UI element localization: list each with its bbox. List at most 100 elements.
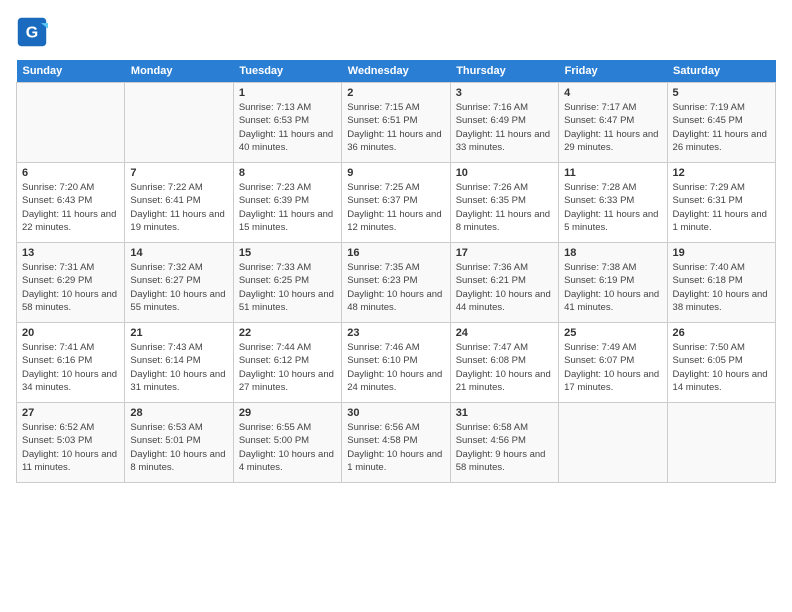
- calendar-day: 27 Sunrise: 6:52 AM Sunset: 5:03 PM Dayli…: [17, 403, 125, 483]
- day-info: Sunrise: 7:41 AM Sunset: 6:16 PM Dayligh…: [22, 341, 119, 394]
- day-number: 24: [456, 327, 553, 339]
- calendar-day: 6Sunrise: 7:20 AM Sunset: 6:43 PM Daylig…: [17, 163, 125, 243]
- day-number: 28: [130, 407, 227, 419]
- calendar-day: 31 Sunrise: 6:58 AM Sunset: 4:56 PM Dayli…: [450, 403, 558, 483]
- calendar-day: 17 Sunrise: 7:36 AM Sunset: 6:21 PM Dayli…: [450, 243, 558, 323]
- day-info: Sunrise: 7:13 AM Sunset: 6:53 PM Dayligh…: [239, 101, 336, 154]
- calendar-week-1: 1Sunrise: 7:13 AM Sunset: 6:53 PM Daylig…: [17, 83, 776, 163]
- day-info: Sunrise: 7:46 AM Sunset: 6:10 PM Dayligh…: [347, 341, 444, 394]
- day-number: 19: [673, 247, 770, 259]
- day-info: Sunrise: 7:50 AM Sunset: 6:05 PM Dayligh…: [673, 341, 770, 394]
- day-number: 25: [564, 327, 661, 339]
- col-header-tuesday: Tuesday: [233, 60, 341, 83]
- day-number: 13: [22, 247, 119, 259]
- day-info: Sunrise: 7:40 AM Sunset: 6:18 PM Dayligh…: [673, 261, 770, 314]
- day-info: Sunrise: 6:58 AM Sunset: 4:56 PM Dayligh…: [456, 421, 553, 474]
- day-info: Sunrise: 7:25 AM Sunset: 6:37 PM Dayligh…: [347, 181, 444, 234]
- calendar-day: 25 Sunrise: 7:49 AM Sunset: 6:07 PM Dayli…: [559, 323, 667, 403]
- day-number: 7: [130, 167, 227, 179]
- calendar-day: 14 Sunrise: 7:32 AM Sunset: 6:27 PM Dayli…: [125, 243, 233, 323]
- day-info: Sunrise: 7:49 AM Sunset: 6:07 PM Dayligh…: [564, 341, 661, 394]
- calendar-table: SundayMondayTuesdayWednesdayThursdayFrid…: [16, 60, 776, 483]
- col-header-wednesday: Wednesday: [342, 60, 450, 83]
- day-info: Sunrise: 6:56 AM Sunset: 4:58 PM Dayligh…: [347, 421, 444, 474]
- calendar-day: 23 Sunrise: 7:46 AM Sunset: 6:10 PM Dayli…: [342, 323, 450, 403]
- day-info: Sunrise: 7:19 AM Sunset: 6:45 PM Dayligh…: [673, 101, 770, 154]
- page-header: G: [16, 16, 776, 48]
- day-info: Sunrise: 6:52 AM Sunset: 5:03 PM Dayligh…: [22, 421, 119, 474]
- day-info: Sunrise: 7:26 AM Sunset: 6:35 PM Dayligh…: [456, 181, 553, 234]
- day-info: Sunrise: 7:31 AM Sunset: 6:29 PM Dayligh…: [22, 261, 119, 314]
- day-info: Sunrise: 6:53 AM Sunset: 5:01 PM Dayligh…: [130, 421, 227, 474]
- day-info: Sunrise: 7:35 AM Sunset: 6:23 PM Dayligh…: [347, 261, 444, 314]
- calendar-day: [125, 83, 233, 163]
- day-number: 3: [456, 87, 553, 99]
- col-header-thursday: Thursday: [450, 60, 558, 83]
- day-number: 22: [239, 327, 336, 339]
- day-number: 10: [456, 167, 553, 179]
- day-info: Sunrise: 7:47 AM Sunset: 6:08 PM Dayligh…: [456, 341, 553, 394]
- calendar-day: 30 Sunrise: 6:56 AM Sunset: 4:58 PM Dayli…: [342, 403, 450, 483]
- calendar-day: 16Sunrise: 7:35 AM Sunset: 6:23 PM Dayli…: [342, 243, 450, 323]
- day-number: 5: [673, 87, 770, 99]
- day-info: Sunrise: 7:29 AM Sunset: 6:31 PM Dayligh…: [673, 181, 770, 234]
- calendar-day: 18 Sunrise: 7:38 AM Sunset: 6:19 PM Dayli…: [559, 243, 667, 323]
- calendar-day: 8 Sunrise: 7:23 AM Sunset: 6:39 PM Daylig…: [233, 163, 341, 243]
- day-info: Sunrise: 7:22 AM Sunset: 6:41 PM Dayligh…: [130, 181, 227, 234]
- day-number: 18: [564, 247, 661, 259]
- calendar-week-4: 20Sunrise: 7:41 AM Sunset: 6:16 PM Dayli…: [17, 323, 776, 403]
- day-info: Sunrise: 7:17 AM Sunset: 6:47 PM Dayligh…: [564, 101, 661, 154]
- logo: G: [16, 16, 52, 48]
- col-header-friday: Friday: [559, 60, 667, 83]
- calendar-day: 26 Sunrise: 7:50 AM Sunset: 6:05 PM Dayli…: [667, 323, 775, 403]
- calendar-day: 1Sunrise: 7:13 AM Sunset: 6:53 PM Daylig…: [233, 83, 341, 163]
- calendar-day: 7 Sunrise: 7:22 AM Sunset: 6:41 PM Daylig…: [125, 163, 233, 243]
- day-info: Sunrise: 7:32 AM Sunset: 6:27 PM Dayligh…: [130, 261, 227, 314]
- day-number: 26: [673, 327, 770, 339]
- day-info: Sunrise: 7:44 AM Sunset: 6:12 PM Dayligh…: [239, 341, 336, 394]
- col-header-monday: Monday: [125, 60, 233, 83]
- day-number: 12: [673, 167, 770, 179]
- calendar-day: [17, 83, 125, 163]
- day-info: Sunrise: 7:23 AM Sunset: 6:39 PM Dayligh…: [239, 181, 336, 234]
- day-number: 30: [347, 407, 444, 419]
- col-header-sunday: Sunday: [17, 60, 125, 83]
- calendar-day: 29 Sunrise: 6:55 AM Sunset: 5:00 PM Dayli…: [233, 403, 341, 483]
- day-info: Sunrise: 7:36 AM Sunset: 6:21 PM Dayligh…: [456, 261, 553, 314]
- calendar-day: [559, 403, 667, 483]
- calendar-day: 19 Sunrise: 7:40 AM Sunset: 6:18 PM Dayli…: [667, 243, 775, 323]
- calendar-day: 12 Sunrise: 7:29 AM Sunset: 6:31 PM Dayli…: [667, 163, 775, 243]
- day-number: 27: [22, 407, 119, 419]
- day-number: 23: [347, 327, 444, 339]
- calendar-day: 28 Sunrise: 6:53 AM Sunset: 5:01 PM Dayli…: [125, 403, 233, 483]
- calendar-day: 24 Sunrise: 7:47 AM Sunset: 6:08 PM Dayli…: [450, 323, 558, 403]
- svg-text:G: G: [26, 24, 38, 41]
- calendar-day: 2Sunrise: 7:15 AM Sunset: 6:51 PM Daylig…: [342, 83, 450, 163]
- day-info: Sunrise: 7:38 AM Sunset: 6:19 PM Dayligh…: [564, 261, 661, 314]
- day-info: Sunrise: 7:28 AM Sunset: 6:33 PM Dayligh…: [564, 181, 661, 234]
- day-number: 14: [130, 247, 227, 259]
- logo-icon: G: [16, 16, 48, 48]
- calendar-week-5: 27 Sunrise: 6:52 AM Sunset: 5:03 PM Dayli…: [17, 403, 776, 483]
- calendar-day: 9Sunrise: 7:25 AM Sunset: 6:37 PM Daylig…: [342, 163, 450, 243]
- calendar-day: 3 Sunrise: 7:16 AM Sunset: 6:49 PM Daylig…: [450, 83, 558, 163]
- col-header-saturday: Saturday: [667, 60, 775, 83]
- day-number: 29: [239, 407, 336, 419]
- day-info: Sunrise: 7:16 AM Sunset: 6:49 PM Dayligh…: [456, 101, 553, 154]
- day-number: 11: [564, 167, 661, 179]
- day-number: 31: [456, 407, 553, 419]
- day-number: 6: [22, 167, 119, 179]
- day-number: 17: [456, 247, 553, 259]
- calendar-header-row: SundayMondayTuesdayWednesdayThursdayFrid…: [17, 60, 776, 83]
- calendar-day: 21 Sunrise: 7:43 AM Sunset: 6:14 PM Dayli…: [125, 323, 233, 403]
- day-number: 2: [347, 87, 444, 99]
- calendar-day: 10 Sunrise: 7:26 AM Sunset: 6:35 PM Dayli…: [450, 163, 558, 243]
- day-info: Sunrise: 6:55 AM Sunset: 5:00 PM Dayligh…: [239, 421, 336, 474]
- day-info: Sunrise: 7:43 AM Sunset: 6:14 PM Dayligh…: [130, 341, 227, 394]
- day-number: 8: [239, 167, 336, 179]
- day-number: 4: [564, 87, 661, 99]
- calendar-day: 11 Sunrise: 7:28 AM Sunset: 6:33 PM Dayli…: [559, 163, 667, 243]
- day-number: 21: [130, 327, 227, 339]
- calendar-day: 15Sunrise: 7:33 AM Sunset: 6:25 PM Dayli…: [233, 243, 341, 323]
- calendar-day: 20Sunrise: 7:41 AM Sunset: 6:16 PM Dayli…: [17, 323, 125, 403]
